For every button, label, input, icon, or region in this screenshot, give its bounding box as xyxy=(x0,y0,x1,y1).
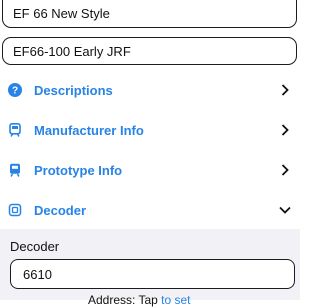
decoder-section: Decoder 6610 xyxy=(0,229,300,300)
set-address-link[interactable]: to set xyxy=(161,293,190,307)
menu-item-label: Manufacturer Info xyxy=(34,122,144,138)
train-icon xyxy=(8,123,22,137)
chevron-down-icon xyxy=(278,203,292,217)
svg-text:?: ? xyxy=(12,86,18,97)
address-hint: Address: Tap to set xyxy=(88,293,191,307)
description-field-value: EF66-100 Early JRF xyxy=(13,43,131,59)
name-field[interactable]: EF 66 New Style xyxy=(2,0,297,28)
train-icon xyxy=(8,163,22,177)
menu-item-manufacturer-info[interactable]: Manufacturer Info xyxy=(0,111,300,149)
menu-item-label: Prototype Info xyxy=(34,162,123,178)
question-circle-icon: ? xyxy=(8,83,22,97)
chevron-right-icon xyxy=(278,163,292,177)
menu-item-decoder[interactable]: Decoder xyxy=(0,191,300,229)
menu-item-label: Decoder xyxy=(34,202,87,218)
decoder-section-title: Decoder xyxy=(10,239,60,254)
menu-item-prototype-info[interactable]: Prototype Info xyxy=(0,151,300,189)
chevron-right-icon xyxy=(278,123,292,137)
address-hint-text: Address: Tap xyxy=(88,293,162,307)
chevron-right-icon xyxy=(278,83,292,97)
chip-icon xyxy=(8,203,22,217)
menu-item-label: Descriptions xyxy=(34,82,113,98)
menu-item-descriptions[interactable]: ? Descriptions xyxy=(0,71,300,109)
description-field[interactable]: EF66-100 Early JRF xyxy=(2,37,297,65)
name-field-value: EF 66 New Style xyxy=(13,5,110,21)
decoder-input-value: 6610 xyxy=(23,266,52,282)
decoder-input[interactable]: 6610 xyxy=(10,259,295,289)
